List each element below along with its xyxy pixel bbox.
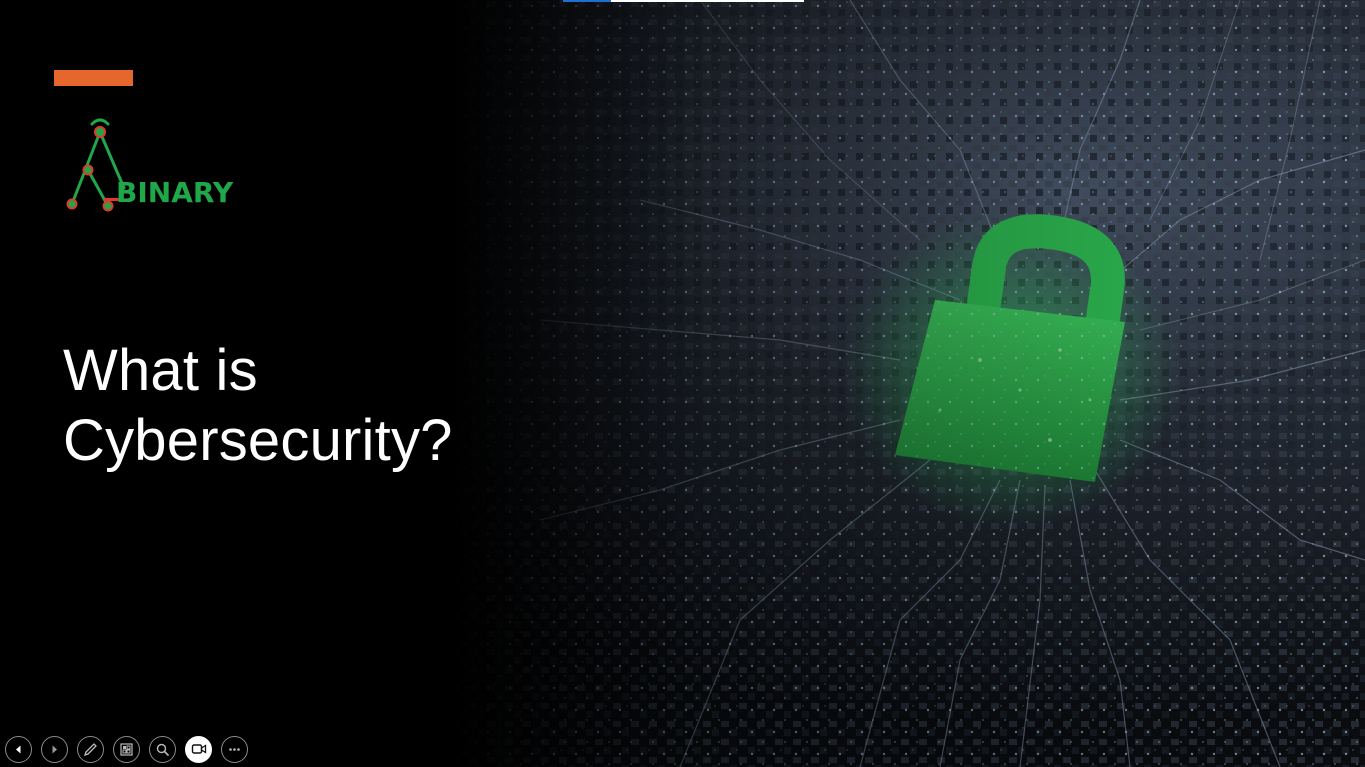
top-progress-fill [563,0,612,2]
slide-title-line-2: Cybersecurity? [63,408,453,473]
logo-wordmark: BINARY [116,176,234,209]
video-button[interactable] [185,735,212,763]
chevron-right-icon [52,745,57,753]
top-progress-indicator [563,0,804,2]
magnifier-icon [156,743,169,756]
more-options-button[interactable] [221,735,248,763]
previous-slide-button[interactable] [5,735,32,763]
slide-title: What is Cybersecurity? [63,336,453,476]
chevron-left-icon [16,745,21,753]
slides-grid-icon [120,742,133,756]
see-all-slides-button[interactable] [113,735,140,763]
slide-canvas: BINARY What is Cybersecurity? [0,0,1365,767]
slide-title-line-1: What is [63,338,258,403]
next-slide-button[interactable] [41,735,68,763]
accent-bar [54,70,133,86]
pen-button[interactable] [77,735,104,763]
zoom-button[interactable] [149,735,176,763]
binary-logo: BINARY [66,118,234,212]
slideshow-toolbar [5,734,248,764]
ellipsis-icon [229,747,240,751]
video-camera-icon [191,744,206,754]
pen-icon [83,742,97,756]
